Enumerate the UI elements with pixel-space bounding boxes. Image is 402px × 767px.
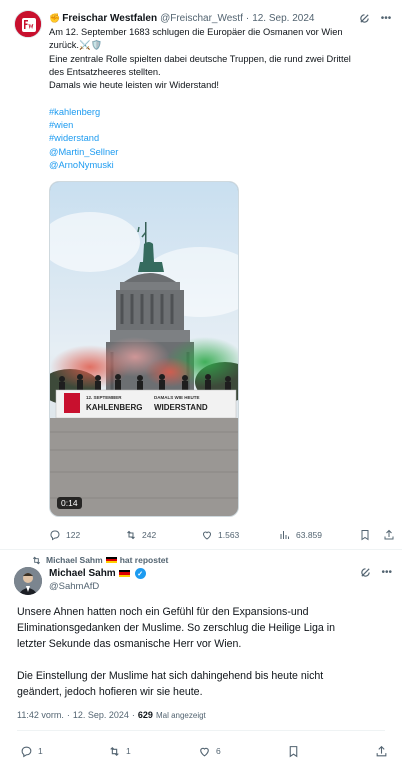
avatar-freischar[interactable] <box>14 10 42 38</box>
profile-photo <box>14 567 42 595</box>
display-name[interactable]: Michael Sahm <box>49 568 116 579</box>
share-button[interactable] <box>383 528 400 542</box>
mention-link[interactable]: @Martin_Sellner <box>49 146 394 159</box>
reply-icon <box>21 746 32 757</box>
text-line: letzter Sekunde das osmanische Herr vor … <box>17 638 242 650</box>
tweet-freischar[interactable]: ✊ Freischar Westfalen @Freischar_Westf ·… <box>0 0 402 550</box>
fist-emoji-icon: ✊ <box>49 12 61 23</box>
views-button[interactable]: 63.859 <box>279 528 322 542</box>
view-count: 629 <box>137 710 153 720</box>
repost-suffix: hat repostet <box>119 555 169 565</box>
grok-icon[interactable] <box>358 12 370 24</box>
like-button[interactable]: 6 <box>198 744 221 758</box>
tweet-text: Am 12. September 1683 schlugen die Europ… <box>49 26 394 172</box>
text-line <box>49 92 394 105</box>
video-thumbnail: 12. SEPTEMBER KAHLENBERG DAMALS WIE HEUT… <box>50 182 238 516</box>
more-icon[interactable]: ••• <box>381 567 392 578</box>
tweet-date[interactable]: 12. Sep. 2024 <box>252 13 314 24</box>
repost-button[interactable]: 1 <box>108 744 131 758</box>
text-line: Unsere Ahnen hatten noch ein Gefühl für … <box>17 606 309 618</box>
hashtag-link[interactable]: #widerstand <box>49 132 394 145</box>
reply-button[interactable]: 1 <box>20 744 43 758</box>
more-icon[interactable]: ••• <box>380 12 392 24</box>
repost-count: 242 <box>142 530 157 540</box>
video-player[interactable]: 12. SEPTEMBER KAHLENBERG DAMALS WIE HEUT… <box>49 181 239 517</box>
reply-icon <box>50 530 60 541</box>
views-count: 63.859 <box>296 530 322 540</box>
tweet-header: ✊ Freischar Westfalen @Freischar_Westf ·… <box>49 11 392 25</box>
separator: · <box>131 710 135 720</box>
text-line: geändert, jedoch hofieren wir sie heute. <box>17 686 203 698</box>
avatar-michael-sahm[interactable] <box>14 567 42 595</box>
tweet-meta: 11:42 vorm. · 12. Sep. 2024 · 629 Mal an… <box>17 710 206 720</box>
reply-count: 122 <box>66 530 81 540</box>
like-icon <box>200 747 209 756</box>
verified-icon: ✓ <box>134 568 146 579</box>
view-label: Mal angezeigt <box>155 710 206 720</box>
repost-header: Michael Sahm hat repostet <box>32 554 169 566</box>
repost-count: 1 <box>126 746 131 756</box>
repost-button[interactable]: 242 <box>125 528 156 542</box>
text-line <box>17 652 389 668</box>
banner-left: KAHLENBERG <box>86 403 142 412</box>
german-flag-icon <box>118 570 130 577</box>
text-line: Die Einstellung der Muslime hat sich dah… <box>17 670 324 682</box>
tweet-actions: 122 242 1.563 63.859 <box>49 528 394 542</box>
bookmark-icon <box>289 745 298 757</box>
bookmark-button[interactable] <box>359 528 376 542</box>
like-button[interactable]: 1.563 <box>201 528 239 542</box>
share-icon <box>376 745 387 756</box>
share-button[interactable] <box>375 744 393 758</box>
timeline: ✊ Freischar Westfalen @Freischar_Westf ·… <box>0 0 402 767</box>
banner-small-right: DAMALS WIE HEUTE <box>154 395 200 400</box>
tweet-time[interactable]: 11:42 vorm. <box>17 710 64 720</box>
fw-logo-icon <box>15 11 41 37</box>
hashtag-link[interactable]: #kahlenberg <box>49 106 394 119</box>
separator: · <box>245 12 250 24</box>
like-count: 1.563 <box>218 530 240 540</box>
video-duration: 0:14 <box>57 497 82 509</box>
display-name[interactable]: Freischar Westfalen <box>62 13 157 24</box>
repost-user[interactable]: Michael Sahm <box>46 555 103 565</box>
text-line: zurück.⚔️🛡️ <box>49 40 103 51</box>
repost-icon <box>127 530 135 540</box>
text-line: Damals wie heute leisten wir Widerstand! <box>49 80 219 91</box>
bookmark-icon <box>361 530 369 541</box>
tweet-text: Unsere Ahnen hatten noch ein Gefühl für … <box>17 604 389 700</box>
tweet-date[interactable]: 12. Sep. 2024 <box>73 710 129 720</box>
tweet-actions: 1 1 6 <box>0 744 402 758</box>
separator: · <box>66 710 70 720</box>
repost-icon <box>32 556 41 564</box>
grok-icon[interactable] <box>360 567 371 578</box>
text-line: des Entsatzheeres stellten. <box>49 66 161 77</box>
mention-link[interactable]: @ArnoNymuski <box>49 159 394 172</box>
reply-count: 1 <box>38 746 43 756</box>
tweet-header-icons: ••• <box>350 567 392 578</box>
bookmark-button[interactable] <box>287 744 305 758</box>
like-icon <box>202 531 212 540</box>
banner-small-left: 12. SEPTEMBER <box>86 395 122 400</box>
share-icon <box>384 529 394 540</box>
author-name[interactable]: Michael Sahm ✓ <box>49 567 146 580</box>
divider <box>17 730 385 731</box>
handle[interactable]: @Freischar_Westf <box>160 13 243 24</box>
views-icon <box>280 531 289 539</box>
german-flag-icon <box>105 556 117 564</box>
text-line: Eliminationsgedanken der Muslime. So zer… <box>17 622 335 634</box>
text-line: Am 12. September 1683 schlugen die Europ… <box>49 27 343 37</box>
reply-button[interactable]: 122 <box>49 528 80 542</box>
handle[interactable]: @SahmAfD <box>49 581 99 592</box>
like-count: 6 <box>216 746 221 756</box>
repost-icon <box>110 746 119 756</box>
banner-right: WIDERSTAND <box>154 403 208 412</box>
text-line: Eine zentrale Rolle spielten dabei deuts… <box>49 53 351 64</box>
hashtag-link[interactable]: #wien <box>49 119 394 132</box>
